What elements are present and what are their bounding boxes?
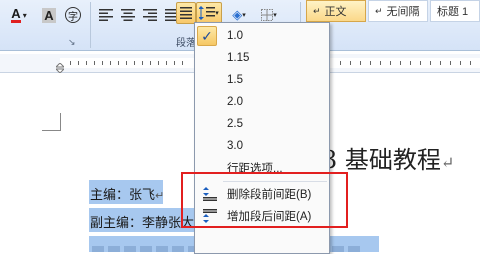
line-spacing-icon [199,6,216,20]
ruler-tick [440,61,441,65]
spacing-option-2-0[interactable]: 2.0 [195,91,329,113]
spacing-option-2-5[interactable]: 2.5 [195,113,329,135]
ruler-tick [390,61,391,65]
document-line-deputy-editor: 副主编：李静张大 [90,216,195,231]
ruler-tick [400,61,401,65]
ruler-tick [158,61,159,65]
align-center-button[interactable] [117,4,139,26]
style-no-spacing-label: 无间隔 [386,6,420,18]
indent-marker-icon[interactable] [54,60,66,74]
ruler-tick [94,61,95,65]
ruler-tick [350,61,351,65]
paint-bucket-icon: ◈ [232,7,243,22]
align-right-icon [143,9,157,21]
chevron-down-icon: ▾ [215,10,219,17]
ruler-tick [166,61,167,65]
ruler-tick [110,61,111,65]
line-spacing-button[interactable]: ▾ [196,2,222,24]
paragraph-mark-icon: ↵ [375,5,383,16]
ruler-tick [182,61,183,65]
style-no-spacing[interactable]: ↵ 无间隔 [368,0,428,22]
document-title: 3 基础教程↵ [322,146,455,174]
enclose-char-icon: 字 [65,7,81,23]
annotation-highlight-box [181,172,348,228]
margin-corner-mark [60,113,61,131]
ruler-tick [86,61,87,65]
paragraph-group-label: 段落 [176,38,196,49]
ruler-tick [134,61,135,65]
ruler-tick [410,61,411,65]
style-heading1[interactable]: 标题 1 [430,0,480,22]
ruler-tick [380,61,381,65]
ruler-tick [102,61,103,65]
chevron-down-icon: ▾ [22,10,27,20]
paragraph-mark-icon: ↵ [155,189,165,202]
ruler-tick [470,61,471,65]
checkmark-icon: ✓ [197,26,217,46]
style-normal[interactable]: ↵ 正文 [306,0,366,22]
ruler-tick [460,61,461,65]
enclose-char-button[interactable]: 字 [62,4,84,26]
char-shading-icon: A [42,7,56,23]
paragraph-mark-icon: ↵ [313,5,321,16]
margin-corner-mark [42,130,61,131]
spacing-option-3-0[interactable]: 3.0 [195,135,329,157]
spacing-option-1-5[interactable]: 1.5 [195,69,329,91]
chevron-down-icon: ▾ [273,12,277,19]
document-line-editor: 主编：张飞↵ [90,188,165,203]
ruler-tick [360,61,361,65]
align-center-icon [121,9,135,21]
ruler-tick [370,61,371,65]
style-heading1-label: 标题 1 [437,6,469,18]
distributed-align-icon [180,7,192,19]
style-normal-label: 正文 [324,6,347,18]
ruler-tick [150,61,151,65]
ruler-tick [420,61,421,65]
borders-icon [261,9,274,21]
chevron-down-icon: ▾ [242,12,246,19]
ruler-tick [430,61,431,65]
distributed-align-button[interactable] [176,2,196,24]
spacing-option-1-15[interactable]: 1.15 [195,47,329,69]
align-right-button[interactable] [139,4,161,26]
ruler-tick [340,61,341,65]
ruler-tick [78,61,79,65]
align-left-icon [99,9,113,21]
align-left-button[interactable] [95,4,117,26]
paragraph-mark-icon: ↵ [440,153,455,172]
font-color-button[interactable]: A ▾ [6,4,32,26]
ruler-tick [126,61,127,65]
char-shading-button[interactable]: A [38,4,60,26]
group-divider [90,2,91,48]
ruler-tick [118,61,119,65]
ruler-tick [174,61,175,65]
spacing-option-1-0[interactable]: ✓ 1.0 [195,25,329,47]
ruler-tick [142,61,143,65]
font-dialog-launcher-icon[interactable]: ↘ [68,37,76,48]
font-color-icon: A [11,6,21,23]
ruler-tick [70,61,71,65]
ruler-tick [450,61,451,65]
